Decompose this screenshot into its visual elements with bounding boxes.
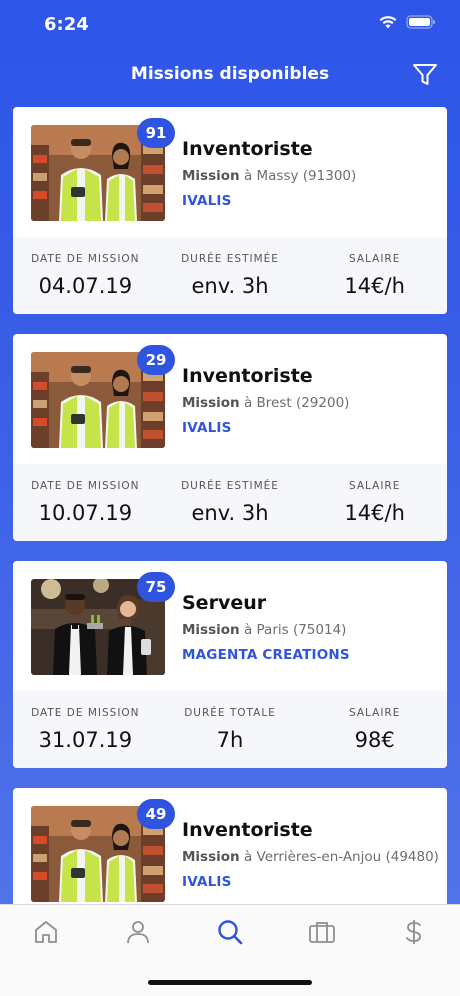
stat-label: SALAIRE [349,253,401,265]
status-time: 6:24 [44,14,89,35]
company-name: IVALIS [182,193,232,209]
stat-label: SALAIRE [349,707,401,719]
mission-label: Mission [182,849,240,865]
mission-stats: DATE DE MISSION 31.07.19 DURÉE TOTALE 7h… [13,691,447,768]
wifi-icon [379,16,397,29]
stat-value: env. 3h [191,501,269,525]
mission-label: Mission [182,622,240,638]
profile-icon [127,921,149,944]
stat-column: DURÉE ESTIMÉE env. 3h [158,237,303,314]
mission-card-header: 29 Inventoriste Mission à Brest (29200) … [13,334,447,464]
status-bar: 6:24 [0,0,460,48]
mission-stats: DATE DE MISSION 10.07.19 DURÉE ESTIMÉE e… [13,464,447,541]
stat-label: SALAIRE [349,480,401,492]
stat-column: DATE DE MISSION 31.07.19 [13,691,158,768]
tab-search[interactable] [215,917,245,947]
stat-label: DATE DE MISSION [31,707,140,719]
mission-label: Mission [182,395,240,411]
mission-card-header: 75 Serveur Mission à Paris (75014) MAGEN… [13,561,447,691]
stat-value: 04.07.19 [38,274,133,298]
home-icon [35,921,57,943]
stat-value: 31.07.19 [38,728,133,752]
filter-icon [413,64,437,85]
stat-label: DATE DE MISSION [31,253,140,265]
spots-badge: 75 [137,572,175,602]
location-text: à Massy (91300) [239,168,357,184]
stat-column: DATE DE MISSION 04.07.19 [13,237,158,314]
company-name: IVALIS [182,874,232,890]
page-title: Missions disponibles [130,64,330,84]
stat-column: DATE DE MISSION 10.07.19 [13,464,158,541]
location-text: à Verrières-en-Anjou (49480) [239,849,439,865]
dollar-icon [406,920,421,944]
stat-column: DURÉE ESTIMÉE env. 3h [158,464,303,541]
mission-card-header: 91 Inventoriste Mission à Massy (91300) … [13,107,447,237]
spots-badge: 91 [137,118,175,148]
status-icons [378,14,436,30]
job-title: Inventoriste [182,819,313,841]
mission-card[interactable]: 75 Serveur Mission à Paris (75014) MAGEN… [13,561,447,768]
spots-badge: 49 [137,799,175,829]
home-indicator [148,980,312,985]
mission-card[interactable]: 91 Inventoriste Mission à Massy (91300) … [13,107,447,314]
tab-home[interactable] [31,917,61,947]
job-location: Mission à Brest (29200) [182,395,349,411]
location-text: à Paris (75014) [239,622,347,638]
header: Missions disponibles [0,56,460,96]
mission-card[interactable]: 29 Inventoriste Mission à Brest (29200) … [13,334,447,541]
stat-label: DURÉE TOTALE [184,707,276,719]
stat-label: DATE DE MISSION [31,480,140,492]
search-icon [218,920,243,945]
stat-label: DURÉE ESTIMÉE [181,480,279,492]
mission-list: 91 Inventoriste Mission à Massy (91300) … [13,107,447,996]
company-name: IVALIS [182,420,232,436]
tab-profile[interactable] [123,917,153,947]
stat-column: SALAIRE 14€/h [302,464,447,541]
job-title: Serveur [182,592,267,614]
stat-value: 98€ [354,728,395,752]
stat-value: 10.07.19 [38,501,133,525]
stat-label: DURÉE ESTIMÉE [181,253,279,265]
stat-column: DURÉE TOTALE 7h [158,691,303,768]
tab-payments[interactable] [399,917,429,947]
tab-missions[interactable] [307,917,337,947]
stat-value: 7h [216,728,244,752]
stat-value: 14€/h [344,501,405,525]
job-location: Mission à Paris (75014) [182,622,346,638]
job-title: Inventoriste [182,138,313,160]
location-text: à Brest (29200) [239,395,350,411]
spots-badge: 29 [137,345,175,375]
company-name: MAGENTA CREATIONS [182,647,350,663]
mission-stats: DATE DE MISSION 04.07.19 DURÉE ESTIMÉE e… [13,237,447,314]
stat-column: SALAIRE 98€ [302,691,447,768]
briefcase-icon [309,922,335,943]
filter-button[interactable] [410,60,440,90]
stat-value: 14€/h [344,274,405,298]
battery-icon [406,15,435,29]
mission-label: Mission [182,168,240,184]
stat-column: SALAIRE 14€/h [302,237,447,314]
stat-value: env. 3h [191,274,269,298]
job-location: Mission à Massy (91300) [182,168,356,184]
job-title: Inventoriste [182,365,313,387]
job-location: Mission à Verrières-en-Anjou (49480) [182,849,439,865]
mission-card-header: 49 Inventoriste Mission à Verrières-en-A… [13,788,447,918]
